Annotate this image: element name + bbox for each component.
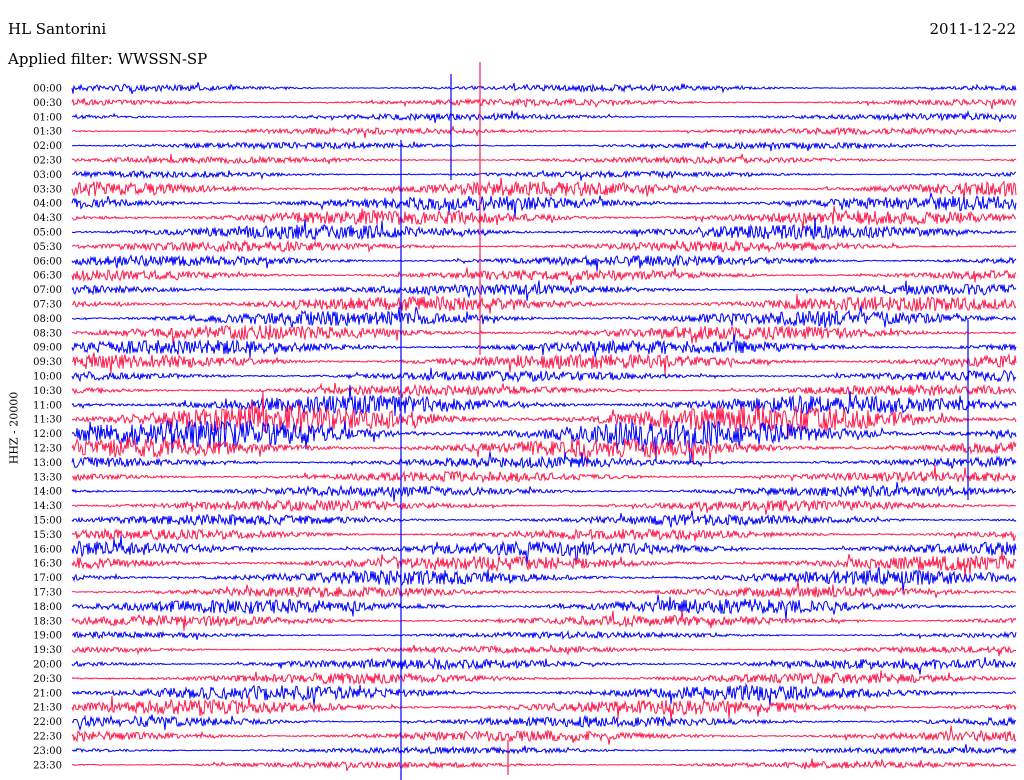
row-time-label: 09:30 [33,357,62,368]
row-time-label: 08:00 [33,314,62,325]
trace-line [71,305,1017,329]
row-time-label: 02:00 [33,141,62,152]
row-time-label: 06:00 [33,256,62,267]
trace-line [71,714,1017,732]
row-time-label: 14:00 [33,487,62,498]
row-time-label: 20:00 [33,660,62,671]
row-time-label: 19:30 [33,645,62,656]
row-time-label: 00:30 [33,98,62,109]
row-time-label: 16:30 [33,559,62,570]
trace-line [71,464,1017,484]
row-time-label: 17:00 [33,573,62,584]
row-time-label: 07:30 [33,300,62,311]
row-time-label: 05:30 [33,242,62,253]
seismogram-plot: 00:00 00:30 01:00 01:30 02:00 02:30 03:00 03:30… [33,62,1017,780]
row-time-label: 23:30 [33,760,62,771]
trace-line [71,205,1017,231]
trace-line [71,352,1017,375]
trace-line [71,670,1017,686]
trace-line [71,744,1017,755]
trace-line [71,510,1017,528]
row-time-label: 13:30 [33,472,62,483]
row-time-label: 20:30 [33,674,62,685]
trace-line [71,390,1017,439]
trace-line [71,382,1017,399]
row-time-label: 02:30 [33,156,62,167]
trace-line [71,682,1017,706]
row-time-label: 03:00 [33,170,62,181]
row-time-label: 18:00 [33,602,62,613]
row-time-label: 22:30 [33,732,62,743]
trace-line [71,169,1016,181]
row-time-label: 23:00 [33,746,62,757]
row-time-label: 21:00 [33,688,62,699]
row-time-label: 04:30 [33,213,62,224]
row-time-label: 01:30 [33,127,62,138]
row-time-label: 22:00 [33,717,62,728]
row-time-label: 08:30 [33,328,62,339]
trace-line [71,644,1016,657]
trace-line [71,481,1017,502]
trace-line [71,140,1017,152]
row-time-label: 10:30 [33,386,62,397]
row-time-label: 16:00 [33,544,62,555]
trace-line [71,498,1016,515]
trace-line [72,594,1017,621]
row-time-label: 12:30 [33,444,62,455]
trace-line [71,267,1017,286]
trace-line [71,451,1017,470]
trace-line [71,527,1017,542]
trace-line [71,696,1017,722]
trace-line [71,293,1017,314]
trace-line [71,82,1017,95]
row-time-label: 11:00 [33,400,62,411]
row-time-label: 10:00 [33,372,62,383]
row-time-label: 17:30 [33,588,62,599]
row-time-label: 11:30 [33,415,62,426]
trace-line [71,367,1017,383]
row-time-label: 14:30 [33,501,62,512]
trace-line [71,758,1016,771]
row-time-label: 15:00 [33,516,62,527]
row-time-label: 21:30 [33,703,62,714]
row-time-label: 13:00 [33,458,62,469]
trace-line [71,153,1017,165]
trace-line [71,109,1017,124]
row-time-label: 12:00 [33,429,62,440]
trace-line [71,551,1017,580]
trace-line [71,419,1017,465]
trace-line [71,580,1017,599]
row-time-label: 19:00 [33,631,62,642]
row-time-label: 05:00 [33,228,62,239]
trace-line [71,725,1017,745]
trace-line [71,333,1017,358]
trace-line [71,239,1017,254]
trace-line [71,177,1017,202]
row-time-label: 06:30 [33,271,62,282]
row-time-label: 04:00 [33,199,62,210]
row-time-label: 00:00 [33,84,62,95]
row-time-label: 01:00 [33,112,62,123]
row-time-label: 15:30 [33,530,62,541]
trace-line [71,324,1017,345]
row-time-label: 18:30 [33,616,62,627]
trace-line [71,629,1017,641]
row-time-label: 09:00 [33,343,62,354]
trace-line [71,97,1017,110]
trace-line [71,254,1017,272]
trace-line [71,656,1017,675]
trace-line [71,384,1017,416]
row-time-label: 03:30 [33,184,62,195]
row-time-label: 07:00 [33,285,62,296]
trace-line [71,126,1017,139]
